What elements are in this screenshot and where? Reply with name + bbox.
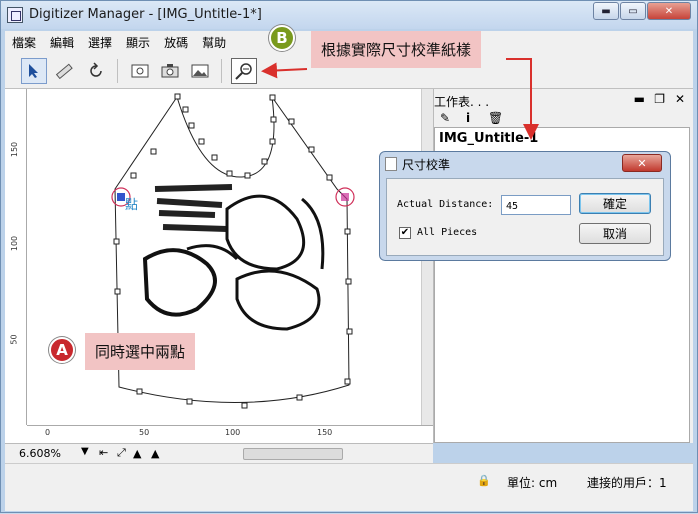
work-panel-title: 工作表. . . [434,95,490,109]
horizontal-ruler: 0 50 100 150 [27,425,433,443]
dialog-icon [385,157,397,171]
ruler-v-label: 150 [10,141,20,158]
point-label: 點 [125,198,139,213]
zoom-value[interactable]: 6.608% [19,447,61,460]
zoom-in-icon[interactable]: ▲ [133,447,141,460]
calibrate-zoom-icon[interactable] [231,58,257,84]
drawing-canvas[interactable]: 150 100 50 點 0 50 100 150 [5,89,433,443]
ruler-measure-icon[interactable] [51,58,77,84]
distance-input[interactable]: 45 [501,195,571,215]
menu-file[interactable]: 檔案 [5,34,43,51]
dialog-title: 尺寸校準 [402,158,451,172]
camera-icon[interactable] [157,58,183,84]
all-pieces-checkbox[interactable]: ✔ [399,227,411,239]
badge-b: B [269,25,295,51]
screen-capture-icon[interactable] [127,58,153,84]
app-icon [7,7,23,23]
work-panel: 工作表. . . ▬ ❐ ✕ ✎ i 🗑 IMG_Untitle-1 [433,89,693,443]
badge-a: A [49,337,75,363]
annotation-a: 同時選中兩點 [85,333,196,370]
zoom-dropdown-icon[interactable]: ▼ [81,446,89,457]
ruler-h-label: 100 [225,428,241,437]
select-arrow-icon[interactable] [21,58,47,84]
connected-users: 連接的用戶：1 [587,476,667,490]
maximize-button[interactable]: ▭ [620,2,646,20]
ruler-h-label: 0 [45,428,51,437]
menu-edit[interactable]: 編輯 [43,34,81,51]
fit-width-icon[interactable]: ⇤ [99,446,108,459]
zoom-bar: 6.608% ▼ ⇤ ⤢ ▲ ▲ [5,443,433,463]
menu-grading[interactable]: 放碼 [157,34,195,51]
edit-icon[interactable]: ✎ [440,111,450,125]
menu-help[interactable]: 幫助 [195,34,233,51]
ruler-v-label: 50 [9,334,19,345]
status-bar: 🔒 單位: cm 連接的用戶：1 [5,463,693,511]
menu-view[interactable]: 顯示 [119,34,157,51]
panel-restore-icon[interactable]: ❐ [654,92,665,106]
image-icon[interactable] [187,58,213,84]
zoom-out-icon[interactable]: ▲ [151,447,159,460]
title-bar: Digitizer Manager - [IMG_Untitle-1*] ▬ ▭… [1,1,697,29]
cancel-button[interactable]: 取消 [579,223,651,244]
minimize-button[interactable]: ▬ [593,2,619,20]
rotate-icon[interactable] [83,58,109,84]
menu-select[interactable]: 選擇 [81,34,119,51]
ruler-v-label: 100 [10,235,20,252]
fit-page-icon[interactable]: ⤢ [117,446,126,460]
unit-status: 單位: cm [507,476,558,490]
calibration-dialog: 尺寸校準 ✕ Actual Distance: 45 ✔ All Pieces … [379,151,671,261]
annotation-b: 根據實際尺寸校準紙樣 [311,31,482,68]
ruler-h-label: 150 [317,428,333,437]
horizontal-scrollbar[interactable] [243,448,343,460]
all-pieces-label: All Pieces [417,227,478,238]
ok-button[interactable]: 確定 [579,193,651,214]
work-item[interactable]: IMG_Untitle-1 [439,131,538,146]
dialog-close-button[interactable]: ✕ [622,154,662,172]
panel-minimize-icon[interactable]: ▬ [634,92,645,106]
vertical-ruler: 150 100 50 [5,89,27,425]
app-window: Digitizer Manager - [IMG_Untitle-1*] ▬ ▭… [0,0,698,513]
ruler-h-label: 50 [139,428,150,437]
garment-piece[interactable] [27,89,421,425]
trash-icon[interactable]: 🗑 [488,111,503,125]
close-button[interactable]: ✕ [647,2,691,20]
distance-label: Actual Distance: [397,199,494,210]
window-title: Digitizer Manager - [IMG_Untitle-1*] [29,7,262,22]
panel-close-icon[interactable]: ✕ [675,92,685,106]
info-icon[interactable]: i [466,111,470,125]
lock-icon: 🔒 [477,474,491,487]
